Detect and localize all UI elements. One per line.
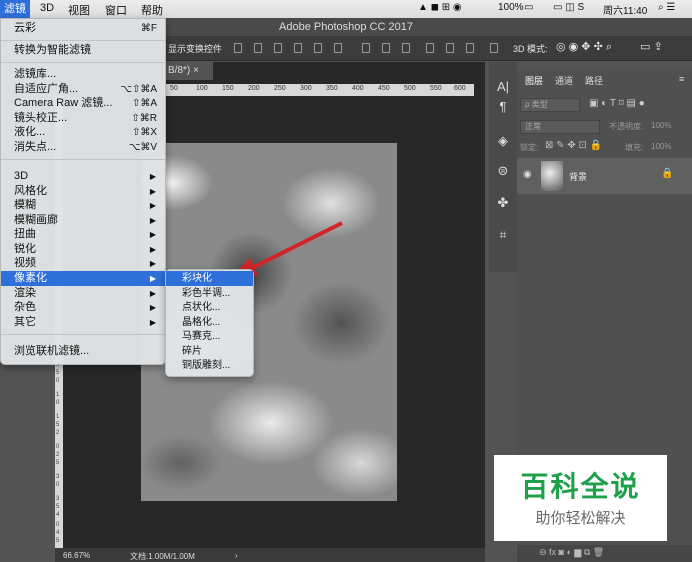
menu-item-clouds[interactable]: 云彩 ⌘F — [1, 21, 165, 36]
fill-value[interactable]: 100% — [651, 142, 671, 151]
layers-bottom-bar: ⊖ fx ◙ ◐ ▆ ⧉ 🗑 — [517, 545, 692, 562]
panel-menu-icon[interactable]: ≡ — [679, 74, 684, 84]
menu-item-noise[interactable]: 杂色 ▶ — [1, 300, 165, 315]
status-bar: 66.67% 文档:1.00M/1.00M › — [55, 548, 485, 562]
submenu-item-facet[interactable]: 彩块化 — [166, 271, 253, 286]
submenu-item-mosaic[interactable]: 马赛克... — [166, 329, 253, 344]
menu-separator — [1, 62, 165, 63]
menu-item-distort[interactable]: 扭曲 ▶ — [1, 227, 165, 242]
pixelate-submenu: 彩块化 彩色半调... 点状化... 晶格化... 马赛克... 碎片 铜版雕刻… — [165, 269, 254, 377]
layers-stack-icon[interactable]: ◈ — [494, 132, 512, 150]
menu-item-browse-online-filters[interactable]: 浏览联机滤镜... — [1, 344, 165, 359]
menu-item-other[interactable]: 其它 ▶ — [1, 315, 165, 330]
menu-separator — [1, 334, 165, 335]
menu-item-liquify[interactable]: 液化... ⇧⌘X — [1, 125, 165, 140]
submenu-item-crystallize[interactable]: 晶格化... — [166, 315, 253, 330]
channels-icon[interactable]: ⊜ — [494, 162, 512, 180]
submenu-item-mezzotint[interactable]: 铜版雕刻... — [166, 358, 253, 373]
submenu-item-pointillize[interactable]: 点状化... — [166, 300, 253, 315]
menu-item-blur[interactable]: 模糊 ▶ — [1, 198, 165, 213]
menu-separator — [1, 159, 165, 160]
menu-item-sharpen[interactable]: 锐化 ▶ — [1, 242, 165, 257]
status-arrow-icon[interactable]: › — [235, 551, 238, 560]
panel-toolstrip: A| ¶ ◈ ⊜ ✤ ⌗ — [489, 62, 517, 272]
shapes-icon[interactable]: ✤ — [494, 194, 512, 212]
crop-icon[interactable]: ⌗ — [494, 226, 512, 244]
lock-label: 锁定: — [520, 143, 539, 152]
menu-item-adaptive-wide-angle[interactable]: 自适应广角... ⌥⇧⌘A — [1, 82, 165, 97]
menu-item-blur-gallery[interactable]: 模糊画廊 ▶ — [1, 213, 165, 228]
submenu-item-fragment[interactable]: 碎片 — [166, 344, 253, 359]
menu-item-render[interactable]: 渲染 ▶ — [1, 286, 165, 301]
layer-thumbnail — [541, 161, 563, 191]
submenu-item-color-halftone[interactable]: 彩色半调... — [166, 286, 253, 301]
menu-item-vanishing-point[interactable]: 消失点... ⌥⌘V — [1, 140, 165, 155]
doc-size[interactable]: 文档:1.00M/1.00M — [130, 551, 195, 562]
layers-bottom-icons[interactable]: ⊖ fx ◙ ◐ ▆ ⧉ 🗑 — [539, 547, 604, 558]
layer-row-background[interactable]: ◉ 背景 🔒 — [517, 158, 692, 194]
watermark-subtitle: 助你轻松解决 — [535, 510, 626, 527]
visibility-eye-icon[interactable]: ◉ — [523, 169, 532, 180]
watermark-title: 百科全说 — [520, 471, 641, 502]
menu-item-stylize[interactable]: 风格化 ▶ — [1, 184, 165, 199]
watermark-logo: 百科全说 助你轻松解决 — [494, 455, 667, 541]
menu-item-pixelate[interactable]: 像素化 ▶ — [1, 271, 165, 286]
menu-separator — [1, 40, 165, 41]
opacity-value[interactable]: 100% — [651, 121, 671, 130]
lock-icons[interactable]: ⊠ ✎ ✥ ⊡ 🔒 — [545, 140, 602, 151]
menu-item-camera-raw[interactable]: Camera Raw 滤镜... ⇧⌘A — [1, 96, 165, 111]
menu-item-video[interactable]: 视频 ▶ — [1, 256, 165, 271]
opacity-label: 不透明度: — [609, 122, 644, 131]
layer-filter-icons[interactable]: ▣ ◐ T ⌑ ▤ ● — [589, 98, 645, 109]
layer-lock-icon: 🔒 — [661, 168, 674, 179]
menu-item-filter-gallery[interactable]: 滤镜库... — [1, 67, 165, 82]
blend-mode-select[interactable]: 正常 — [520, 120, 600, 134]
layer-name[interactable]: 背景 — [569, 170, 587, 183]
tab-channels[interactable]: 通道 — [555, 74, 573, 87]
menu-item-3d[interactable]: 3D ▶ — [1, 169, 165, 184]
menu-item-convert-smart-filter[interactable]: 转换为智能滤镜 — [1, 43, 165, 58]
tab-layers[interactable]: 图层 — [525, 74, 543, 87]
arrow-shaft — [247, 221, 343, 272]
tab-paths[interactable]: 路径 — [585, 74, 603, 87]
paragraph-icon[interactable]: ¶ — [494, 98, 512, 116]
fill-label: 填充: — [625, 143, 644, 152]
filter-menu: 云彩 ⌘F 转换为智能滤镜 滤镜库... 自适应广角... ⌥⇧⌘A Camera … — [0, 18, 166, 365]
character-icon[interactable]: A| — [494, 78, 512, 96]
menu-item-lens-correction[interactable]: 镜头校正... ⇧⌘R — [1, 111, 165, 126]
layer-kind-filter[interactable]: ρ 类型 — [520, 98, 580, 112]
zoom-level[interactable]: 66.67% — [63, 551, 90, 560]
